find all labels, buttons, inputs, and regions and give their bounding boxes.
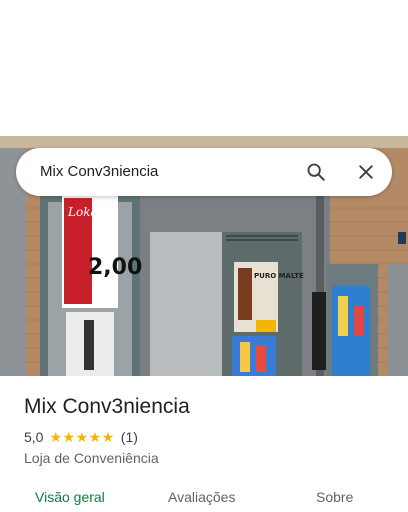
sign-brand-text: Lokal [67, 205, 102, 219]
rating-row[interactable]: 5,0 ★ ★ ★ ★ ★ (1) [24, 428, 138, 446]
search-icon[interactable] [302, 158, 330, 186]
close-icon[interactable] [352, 158, 380, 186]
rating-value: 5,0 [24, 429, 44, 445]
tab-overview[interactable]: Visão geral [35, 488, 105, 506]
star-icon: ★ [88, 429, 102, 445]
star-rating: ★ ★ ★ ★ ★ [49, 430, 114, 444]
tab-about[interactable]: Sobre [316, 488, 353, 506]
place-name: Mix Conv3niencia [24, 395, 190, 418]
tab-reviews[interactable]: Avaliações [168, 488, 235, 506]
place-category: Loja de Conveniência [24, 450, 159, 466]
star-icon: ★ [49, 429, 63, 445]
search-bar[interactable]: Mix Conv3niencia [16, 148, 392, 196]
star-icon: ★ [62, 429, 76, 445]
place-sheet: Lokal 2,00 PURO MALTE Mix Conv3niencia M… [0, 0, 408, 512]
search-input[interactable]: Mix Conv3niencia [40, 162, 158, 182]
poster-text: PURO MALTE [254, 272, 304, 280]
sign-price-text: 2,00 [88, 255, 142, 280]
place-tabs: Visão geral Avaliações Sobre [0, 484, 408, 512]
star-icon: ★ [101, 429, 115, 445]
star-icon: ★ [75, 429, 89, 445]
review-count[interactable]: (1) [121, 429, 138, 445]
